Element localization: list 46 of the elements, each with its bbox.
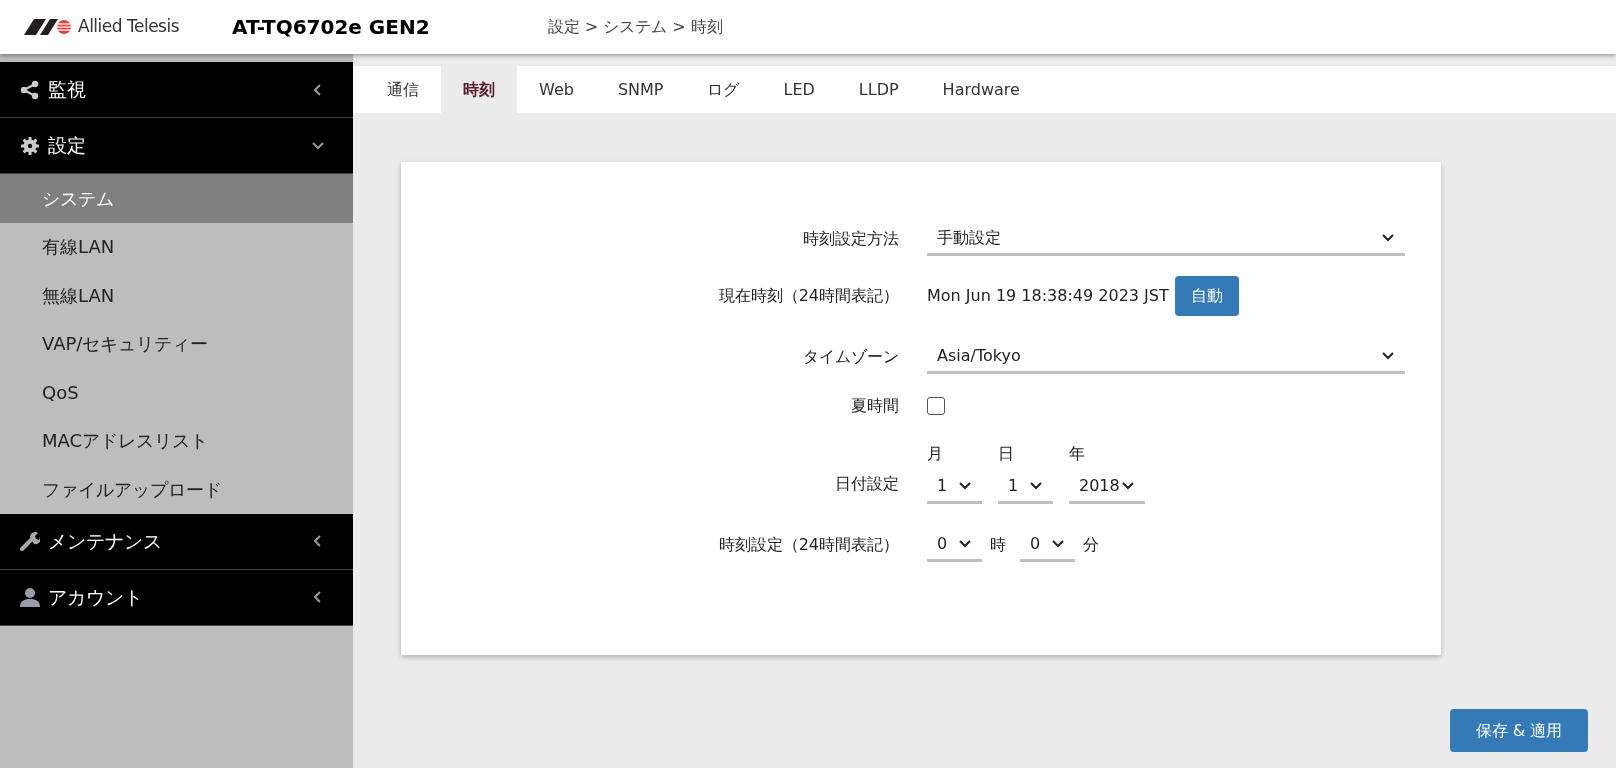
date-part-label: 日	[998, 443, 1015, 465]
time-unit-label: 分	[1083, 534, 1099, 556]
section-label: メンテナンス	[48, 528, 163, 554]
sidebar-item[interactable]: ファイルアップロード	[0, 465, 353, 514]
sidebar-section[interactable]: メンテナンス	[0, 513, 353, 570]
sidebar-item[interactable]: QoS	[0, 368, 353, 417]
settings-icon	[20, 135, 40, 156]
user-icon	[20, 587, 40, 607]
sidebar-section[interactable]: アカウント	[0, 569, 353, 626]
field-label: タイムゾーン	[802, 346, 900, 368]
sidebar-section[interactable]: 設定	[0, 118, 353, 174]
time-unit-label: 時	[990, 534, 1006, 556]
sidebar-item[interactable]: 無線LAN	[0, 271, 353, 320]
field-label: 時刻設定（24時間表記）	[717, 534, 900, 556]
wrench-icon	[20, 531, 40, 551]
dropdown[interactable]: 0	[927, 528, 982, 562]
section-label: アカウント	[48, 584, 144, 610]
sidebar-item[interactable]: VAP/セキュリティー	[0, 319, 353, 368]
tab[interactable]: 時刻	[441, 66, 517, 113]
share-icon	[20, 79, 40, 100]
field-label: 日付設定	[834, 473, 900, 495]
dropdown[interactable]: 1	[998, 470, 1053, 504]
dropdown[interactable]: 1	[927, 470, 982, 504]
section-label: 設定	[48, 133, 87, 159]
field-label: 時刻設定方法	[802, 228, 900, 250]
sidebar-section[interactable]: 監視	[0, 62, 353, 118]
checkbox[interactable]	[927, 397, 945, 415]
dropdown[interactable]: 手動設定	[927, 222, 1405, 256]
field-label: 現在時刻（24時間表記）	[717, 285, 900, 307]
date-part-label: 月	[927, 443, 944, 465]
current-time-text: Mon Jun 19 18:38:49 2023 JST	[927, 285, 1169, 307]
sidebar-item[interactable]: MACアドレスリスト	[0, 416, 353, 465]
logo-mark-icon	[24, 19, 74, 35]
save-apply-button[interactable]: 保存 & 適用	[1450, 709, 1588, 752]
logo-text: Allied Telesis	[78, 15, 180, 39]
sidebar-item[interactable]: システム	[0, 174, 353, 223]
dropdown[interactable]: Asia/Tokyo	[927, 340, 1405, 374]
breadcrumb: 設定 > システム > 時刻	[547, 16, 723, 38]
dropdown[interactable]: 2018	[1069, 470, 1145, 504]
auto-button[interactable]: 自動	[1174, 276, 1239, 316]
date-part-label: 年	[1069, 443, 1086, 465]
section-label: 監視	[48, 77, 87, 103]
sidebar-item[interactable]: 有線LAN	[0, 222, 353, 271]
field-label: 夏時間	[850, 395, 900, 417]
device-model-title: AT-TQ6702e GEN2	[232, 14, 430, 41]
dropdown[interactable]: 0	[1020, 528, 1075, 562]
